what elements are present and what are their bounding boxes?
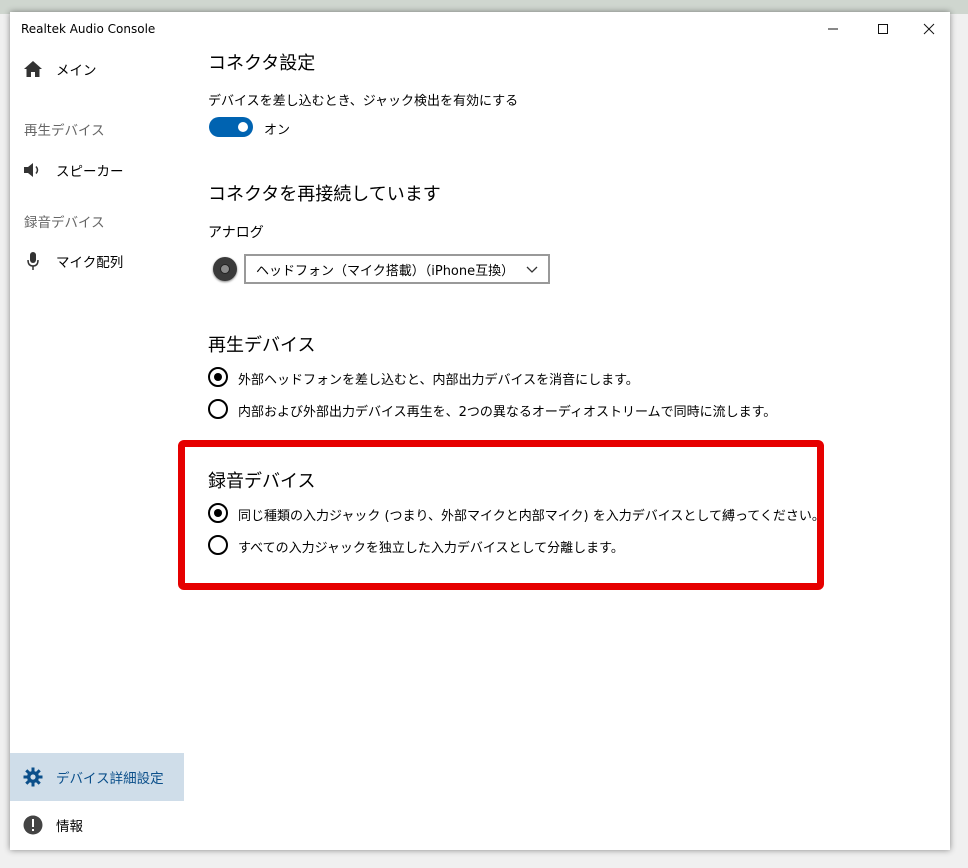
playback-option-dual-stream-label: 内部および外部出力デバイス再生を、2つの異なるオーディオストリームで同時に流しま… bbox=[238, 405, 777, 420]
analog-label: アナログ bbox=[208, 225, 264, 241]
minimize-icon bbox=[828, 28, 838, 30]
sidebar-item-info[interactable]: 情報 bbox=[10, 801, 184, 849]
maximize-button[interactable] bbox=[860, 12, 906, 46]
window-title: Realtek Audio Console bbox=[21, 22, 156, 36]
playback-option-dual-stream-radio[interactable] bbox=[208, 399, 228, 419]
device-type-select[interactable]: ヘッドフォン（マイク搭載）（iPhone互換） bbox=[244, 254, 550, 284]
sidebar-item-label: 情報 bbox=[56, 819, 83, 835]
device-type-select-value: ヘッドフォン（マイク搭載）（iPhone互換） bbox=[256, 263, 515, 279]
playback-option-mute-internal-radio[interactable] bbox=[208, 367, 228, 387]
sidebar-item-main[interactable]: メイン bbox=[10, 45, 184, 93]
app-window: Realtek Audio Console メイン 再生デバイス スピーカー 録… bbox=[10, 12, 950, 850]
sidebar-section-recording: 録音デバイス bbox=[24, 215, 105, 231]
home-icon bbox=[22, 58, 44, 80]
toggle-knob bbox=[238, 122, 248, 132]
close-icon bbox=[923, 23, 935, 35]
gear-icon bbox=[22, 766, 44, 788]
connector-settings-heading: コネクタ設定 bbox=[208, 53, 316, 74]
recording-section-highlight bbox=[178, 440, 824, 590]
sidebar-section-playback: 再生デバイス bbox=[24, 123, 105, 139]
sidebar-item-advanced-settings[interactable]: デバイス詳細設定 bbox=[10, 753, 184, 801]
maximize-icon bbox=[878, 24, 888, 34]
sidebar-item-speaker[interactable]: スピーカー bbox=[10, 146, 184, 194]
sidebar-item-label: デバイス詳細設定 bbox=[56, 771, 164, 787]
close-button[interactable] bbox=[906, 12, 952, 46]
sidebar-item-label: メイン bbox=[56, 63, 97, 79]
chevron-down-icon bbox=[526, 266, 538, 273]
sidebar-item-label: スピーカー bbox=[56, 164, 124, 180]
speaker-icon bbox=[22, 159, 44, 181]
microphone-icon bbox=[22, 250, 44, 272]
sidebar-item-mic-array[interactable]: マイク配列 bbox=[10, 237, 184, 285]
playback-option-mute-internal-label: 外部ヘッドフォンを差し込むと、内部出力デバイスを消音にします。 bbox=[238, 373, 639, 388]
audio-jack-icon bbox=[213, 257, 237, 281]
toggle-state-label: オン bbox=[264, 123, 291, 138]
minimize-button[interactable] bbox=[810, 12, 856, 46]
jack-detection-label: デバイスを差し込むとき、ジャック検出を有効にする bbox=[208, 94, 519, 109]
sidebar-item-label: マイク配列 bbox=[56, 255, 124, 271]
reconnecting-heading: コネクタを再接続しています bbox=[208, 184, 441, 205]
info-icon bbox=[22, 814, 44, 836]
playback-devices-heading: 再生デバイス bbox=[208, 335, 316, 356]
jack-detection-toggle[interactable] bbox=[209, 117, 253, 137]
